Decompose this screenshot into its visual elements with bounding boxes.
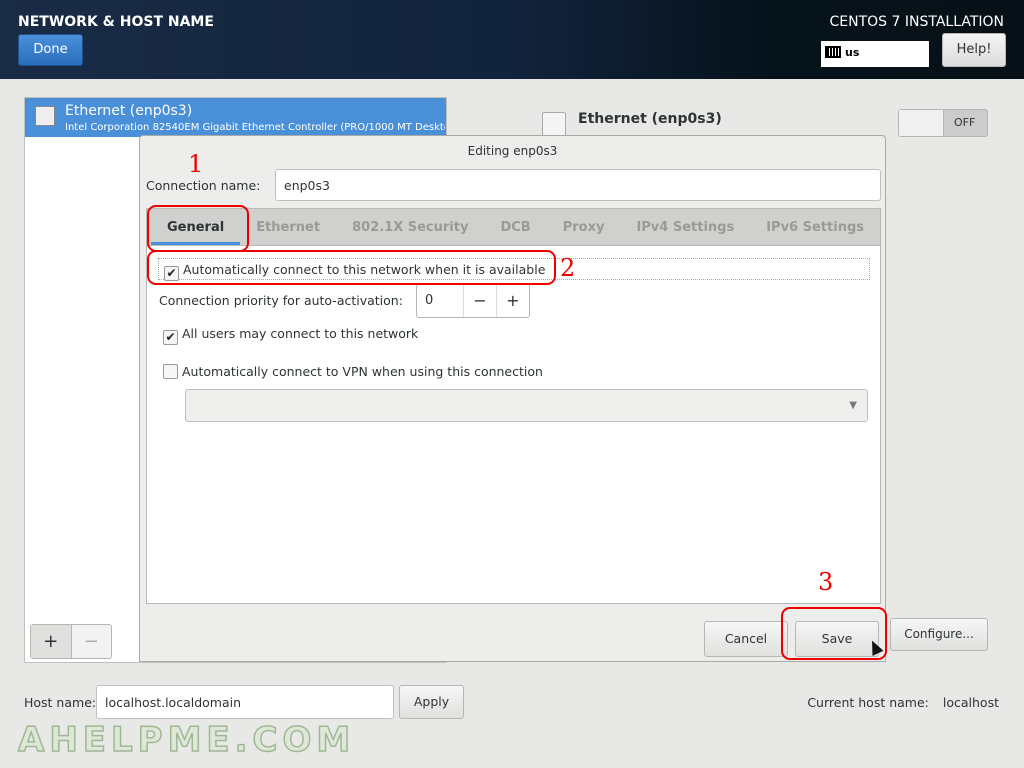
- annotation-3: 3: [818, 568, 834, 596]
- connection-name-input[interactable]: enp0s3: [275, 169, 881, 201]
- all-users-label: All users may connect to this network: [182, 326, 419, 341]
- watermark: AHELPME.COM: [17, 719, 356, 761]
- general-panel: ✔ Automatically connect to this network w…: [146, 246, 881, 604]
- installer-title: CENTOS 7 INSTALLATION: [829, 14, 1004, 30]
- dropdown-arrow-icon: ▼: [849, 400, 857, 411]
- priority-value[interactable]: 0: [417, 285, 465, 317]
- cancel-button[interactable]: Cancel: [704, 621, 788, 657]
- keyboard-icon: [825, 46, 841, 58]
- device-add-remove: + −: [30, 624, 112, 659]
- tab-ipv4-settings[interactable]: IPv4 Settings: [620, 209, 750, 245]
- tab-proxy[interactable]: Proxy: [547, 209, 621, 245]
- header-bar: [0, 0, 1024, 79]
- priority-stepper[interactable]: 0 − +: [416, 284, 530, 318]
- help-button[interactable]: Help!: [942, 33, 1006, 67]
- tab-bar: General Ethernet 802.1X Security DCB Pro…: [146, 208, 881, 246]
- device-name: Ethernet (enp0s3): [65, 103, 193, 119]
- tab-ipv6-settings[interactable]: IPv6 Settings: [750, 209, 880, 245]
- checkmark-icon: ✔: [163, 330, 178, 345]
- device-detail-name: Ethernet (enp0s3): [578, 111, 722, 127]
- annotation-1: 1: [188, 150, 204, 178]
- network-cable-icon: [35, 106, 55, 126]
- priority-increment-button[interactable]: +: [497, 285, 529, 317]
- remove-device-button[interactable]: −: [72, 625, 112, 658]
- current-hostname-label: Current host name:: [807, 695, 929, 710]
- device-item-enp0s3[interactable]: Ethernet (enp0s3) Intel Corporation 8254…: [25, 98, 446, 137]
- tab-dcb[interactable]: DCB: [484, 209, 546, 245]
- editing-dialog: Editing enp0s3 Connection name: enp0s3 G…: [139, 135, 886, 662]
- keyboard-layout-label: us: [845, 46, 860, 59]
- current-hostname: Current host name: localhost: [807, 695, 999, 710]
- network-cable-icon: [542, 112, 566, 136]
- hostname-label: Host name:: [24, 695, 97, 710]
- add-device-button[interactable]: +: [31, 625, 72, 658]
- vpn-auto-connect-checkbox[interactable]: Automatically connect to VPN when using …: [163, 364, 543, 379]
- configure-button[interactable]: Configure...: [890, 618, 988, 651]
- all-users-checkbox[interactable]: ✔ All users may connect to this network: [163, 326, 418, 345]
- vpn-label: Automatically connect to VPN when using …: [182, 364, 543, 379]
- page-title: NETWORK & HOST NAME: [18, 14, 214, 30]
- priority-decrement-button[interactable]: −: [464, 285, 497, 317]
- hostname-input[interactable]: localhost.localdomain: [96, 685, 394, 719]
- device-description: Intel Corporation 82540EM Gigabit Ethern…: [65, 122, 445, 133]
- device-toggle[interactable]: OFF: [898, 109, 988, 137]
- tab-ethernet[interactable]: Ethernet: [240, 209, 336, 245]
- connection-name-label: Connection name:: [146, 178, 261, 193]
- apply-button[interactable]: Apply: [399, 685, 464, 719]
- toggle-label: OFF: [954, 116, 976, 129]
- done-button[interactable]: Done: [18, 34, 83, 66]
- keyboard-layout-indicator[interactable]: us: [821, 41, 929, 67]
- priority-label: Connection priority for auto-activation:: [159, 293, 403, 308]
- vpn-select[interactable]: ▼: [185, 389, 868, 422]
- checkbox-empty-icon: [163, 364, 178, 379]
- annotation-ring-1: [147, 205, 249, 252]
- tab-8021x-security[interactable]: 802.1X Security: [336, 209, 484, 245]
- current-hostname-value: localhost: [942, 695, 999, 710]
- dialog-title: Editing enp0s3: [467, 144, 558, 158]
- annotation-2: 2: [560, 254, 576, 282]
- annotation-ring-2: [147, 250, 556, 285]
